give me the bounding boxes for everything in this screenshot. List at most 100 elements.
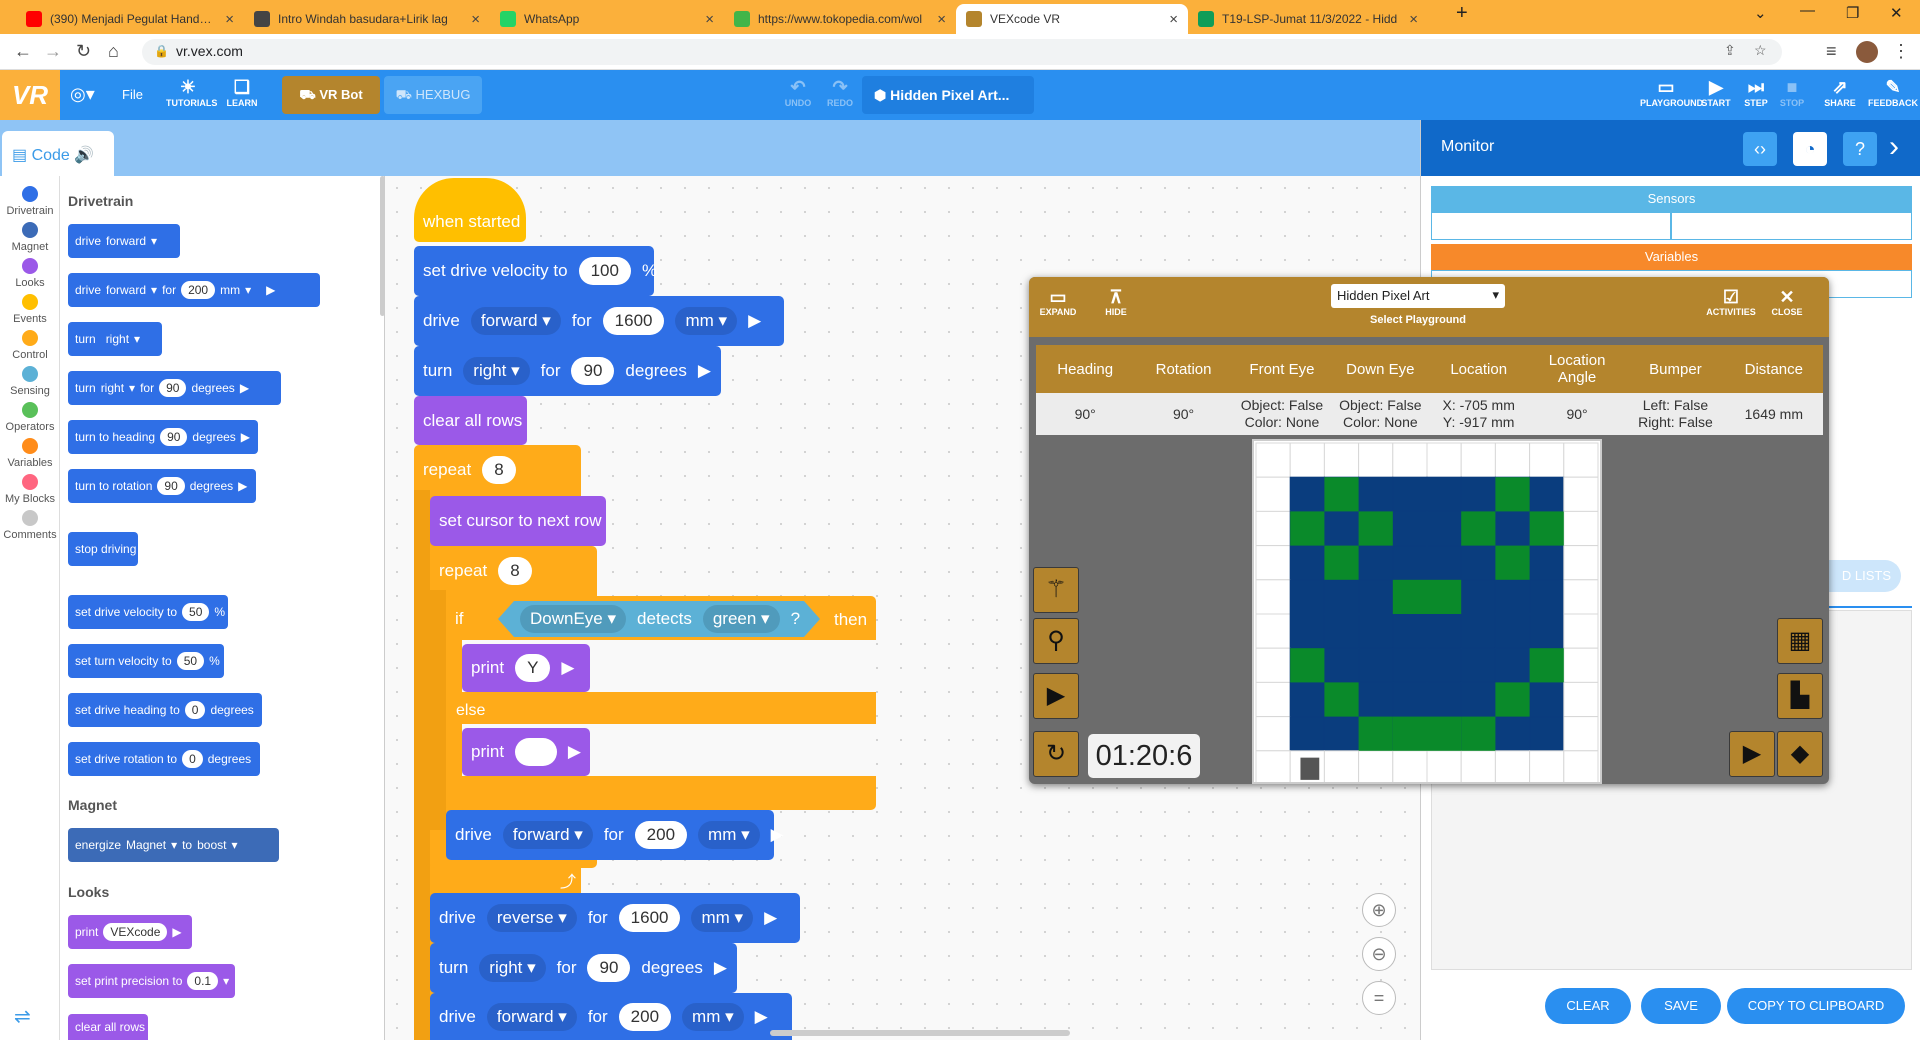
palette-drive-rotation[interactable]: set drive rotation to 0 degrees xyxy=(68,742,260,776)
redo-button[interactable]: ↷ REDO xyxy=(818,76,862,108)
palette-turn-for[interactable]: turn right ▾ for 90 degrees ▶ xyxy=(68,371,281,405)
file-menu[interactable]: File xyxy=(122,87,143,102)
close-window-icon[interactable]: ✕ xyxy=(1890,4,1903,22)
camera-tilt-icon[interactable]: ◆ xyxy=(1777,731,1823,777)
browser-tab[interactable]: VEXcode VR × xyxy=(956,4,1188,34)
category-magnet[interactable]: Magnet xyxy=(0,222,60,253)
print-blank-block[interactable]: print ▶ xyxy=(462,728,590,776)
run-block-icon[interactable]: ▶ xyxy=(771,825,784,845)
tab-search-icon[interactable]: ⌄ xyxy=(1754,4,1767,22)
palette-print[interactable]: print VEXcode ▶ xyxy=(68,915,192,949)
category-drivetrain[interactable]: Drivetrain xyxy=(0,186,60,217)
browser-tab[interactable]: (390) Menjadi Pegulat Handal - Y × xyxy=(16,4,244,34)
reset-icon[interactable]: ↻ xyxy=(1033,731,1079,777)
expand-button[interactable]: ▭ EXPAND xyxy=(1033,287,1083,317)
category-my-blocks[interactable]: My Blocks xyxy=(0,474,60,505)
close-tab-icon[interactable]: × xyxy=(225,11,234,28)
tutorials-button[interactable]: ☀ TUTORIALS xyxy=(166,76,217,108)
menu-icon[interactable]: ⋮ xyxy=(1892,41,1910,62)
palette-clear-rows[interactable]: clear all rows xyxy=(68,1014,148,1040)
category-events[interactable]: Events xyxy=(0,294,60,325)
code-view-icon[interactable]: ‹› xyxy=(1743,132,1777,166)
activities-button[interactable]: ☑ ACTIVITIES xyxy=(1703,287,1759,317)
robot-camera-icon[interactable]: ▙ xyxy=(1777,673,1823,719)
tab-list-icon[interactable]: ≡ xyxy=(1826,41,1837,62)
palette-energize[interactable]: energize Magnet ▾ to boost ▾ xyxy=(68,828,279,862)
speaker-icon[interactable]: 🔊 xyxy=(70,147,94,164)
print-y-block[interactable]: print Y ▶ xyxy=(462,644,590,692)
code-tab[interactable]: ▤ Code 🔊 xyxy=(2,131,114,176)
url-field[interactable]: 🔒 vr.vex.com ☆ ⇪ xyxy=(142,39,1782,65)
drive-for-block-1[interactable]: drive forward ▾ for 1600 mm ▾ ▶ xyxy=(414,296,784,346)
palette-drive-for[interactable]: drive forward ▾ for 200 mm ▾ ▶ xyxy=(68,273,320,307)
palette-drive-heading[interactable]: set drive heading to 0 degrees xyxy=(68,693,262,727)
new-tab-button[interactable]: + xyxy=(1456,2,1468,25)
workspace-scrollbar[interactable] xyxy=(770,1030,1070,1036)
undo-button[interactable]: ↶ UNDO xyxy=(776,76,820,108)
share-icon[interactable]: ⇪ xyxy=(1724,42,1736,59)
set-drive-velocity-block[interactable]: set drive velocity to 100% xyxy=(414,246,657,296)
close-tab-icon[interactable]: × xyxy=(937,11,946,28)
collapse-blocks-icon[interactable]: ⇌ xyxy=(14,1004,31,1029)
browser-tab[interactable]: WhatsApp × xyxy=(490,4,724,34)
close-playground-button[interactable]: ✕ CLOSE xyxy=(1759,287,1815,317)
hide-button[interactable]: ⊼ HIDE xyxy=(1091,287,1141,317)
playground-button[interactable]: ▭ PLAYGROUND xyxy=(1640,76,1703,108)
downeye-detects-condition[interactable]: DownEye ▾ detects green ▾? xyxy=(498,601,820,637)
category-control[interactable]: Control xyxy=(0,330,60,361)
palette-print-precision[interactable]: set print precision to 0.1 ▾ xyxy=(68,964,235,998)
category-variables[interactable]: Variables xyxy=(0,438,60,469)
vr-bot-button[interactable]: ⛟ VR Bot xyxy=(282,76,380,114)
close-tab-icon[interactable]: × xyxy=(1409,11,1418,28)
close-tab-icon[interactable]: × xyxy=(705,11,714,28)
turn-for-block-1[interactable]: turn right ▾ for 90 degrees ▶ xyxy=(414,346,721,396)
forward-icon[interactable]: → xyxy=(44,41,62,62)
restore-icon[interactable]: ❐ xyxy=(1846,4,1859,22)
grid-table-icon[interactable]: ▦ xyxy=(1777,618,1823,664)
avatar[interactable] xyxy=(1856,41,1878,63)
share-button[interactable]: ⇗ SHARE xyxy=(1818,76,1862,108)
zoom-reset-icon[interactable]: = xyxy=(1362,981,1396,1015)
palette-drive-velocity[interactable]: set drive velocity to 50% xyxy=(68,595,228,629)
when-started-block[interactable]: when started xyxy=(414,178,526,242)
feedback-button[interactable]: ✎ FEEDBACK xyxy=(1868,76,1918,108)
turn-for-block-2[interactable]: turn right ▾ for 90 degrees ▶ xyxy=(430,943,737,993)
run-block-icon[interactable]: ▶ xyxy=(764,908,777,928)
set-cursor-next-row-block[interactable]: set cursor to next row xyxy=(430,496,606,546)
run-block-icon[interactable]: ▶ xyxy=(748,311,761,331)
play-icon[interactable]: ▶ xyxy=(1033,673,1079,719)
run-block-icon[interactable]: ▶ xyxy=(568,742,581,762)
copy-to-clipboard-button[interactable]: COPY TO CLIPBOARD xyxy=(1727,988,1905,1024)
hexbug-button[interactable]: ⛟ HEXBUG xyxy=(384,76,482,114)
project-name[interactable]: ⬢ Hidden Pixel Art... xyxy=(862,76,1034,114)
star-icon[interactable]: ☆ xyxy=(1754,42,1767,59)
run-block-icon[interactable]: ▶ xyxy=(755,1007,768,1027)
reload-icon[interactable]: ↻ xyxy=(76,41,91,62)
zoom-in-icon[interactable]: ⊕ xyxy=(1362,893,1396,927)
globe-icon[interactable]: ◎▾ xyxy=(70,84,95,105)
start-button[interactable]: ▶ START xyxy=(1694,76,1738,108)
palette-turn-heading[interactable]: turn to heading 90 degrees ▶ xyxy=(68,420,258,454)
drive-for-block-2[interactable]: drive forward ▾ for 200 mm ▾ ▶ xyxy=(446,810,784,860)
camera-icon[interactable]: ▶ xyxy=(1729,731,1775,777)
zoom-out-icon[interactable]: ⊖ xyxy=(1362,937,1396,971)
run-block-icon[interactable]: ▶ xyxy=(698,361,711,381)
palette-turn-velocity[interactable]: set turn velocity to 50% xyxy=(68,644,224,678)
pen-wand-icon[interactable]: ⚚ xyxy=(1033,567,1079,613)
category-operators[interactable]: Operators xyxy=(0,402,60,433)
back-icon[interactable]: ← xyxy=(14,41,32,62)
category-looks[interactable]: Looks xyxy=(0,258,60,289)
learn-button[interactable]: ❑ LEARN xyxy=(220,76,264,108)
browser-tab[interactable]: https://www.tokopedia.com/wol × xyxy=(724,4,956,34)
run-block-icon[interactable]: ▶ xyxy=(714,958,727,978)
clear-button[interactable]: CLEAR xyxy=(1545,988,1631,1024)
category-sensing[interactable]: Sensing xyxy=(0,366,60,397)
location-pin-icon[interactable]: ⚲ xyxy=(1033,618,1079,664)
minimize-icon[interactable]: — xyxy=(1800,2,1815,19)
home-icon[interactable]: ⌂ xyxy=(108,41,119,62)
close-tab-icon[interactable]: × xyxy=(1169,11,1178,28)
drive-for-block-3[interactable]: drive reverse ▾ for 1600 mm ▾ ▶ xyxy=(430,893,800,943)
monitor-gauge-icon[interactable]: ◔ xyxy=(1793,132,1827,166)
close-tab-icon[interactable]: × xyxy=(471,11,480,28)
save-button[interactable]: SAVE xyxy=(1641,988,1721,1024)
